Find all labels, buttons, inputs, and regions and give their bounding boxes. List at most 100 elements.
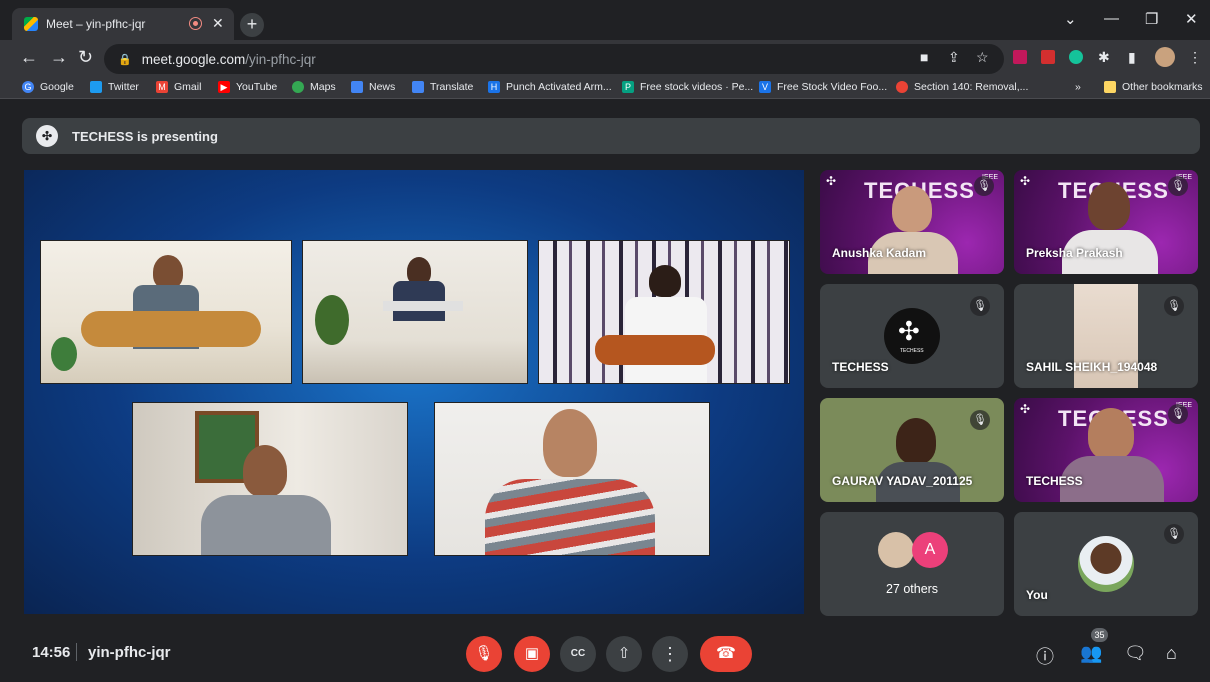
captions-button[interactable]: CC	[560, 636, 596, 672]
bookmark-item[interactable]: P Free stock videos · Pe...	[622, 78, 753, 96]
browser-tab[interactable]: Meet – yin-pfhc-jqr ✕	[12, 8, 234, 40]
extension-icon[interactable]	[1013, 50, 1027, 64]
twitter-icon	[90, 81, 102, 93]
others-tile[interactable]: A 27 others	[820, 512, 1004, 616]
bookmark-item[interactable]: Translate	[412, 78, 473, 96]
performer-video	[132, 402, 408, 556]
meeting-info-icon[interactable]: ⓘ	[1036, 643, 1054, 669]
camera-in-use-icon[interactable]: ■	[920, 49, 928, 65]
extension-icon[interactable]	[1041, 50, 1055, 64]
youtube-icon: ▶	[218, 81, 230, 93]
reload-icon[interactable]: ↻	[78, 47, 93, 68]
participant-tile[interactable]: ✣ TECHESS 🎙 TECHESS	[820, 284, 1004, 388]
participant-name: You	[1026, 588, 1048, 602]
participant-tile[interactable]: ✣ TECHESS IEEE 🎙 TECHESS	[1014, 398, 1198, 502]
techess-logo-icon: ✣	[1020, 402, 1031, 416]
bookmark-item[interactable]: Twitter	[90, 78, 139, 96]
participant-video	[892, 186, 932, 232]
address-bar[interactable]: 🔒 meet.google.com /yin-pfhc-jqr	[104, 44, 1004, 74]
bookmark-item[interactable]: ▶ YouTube	[218, 78, 277, 96]
camera-off-icon: ▣	[524, 645, 540, 662]
translate-icon	[412, 81, 424, 93]
keyboard	[383, 301, 463, 311]
avatar: A	[912, 532, 948, 568]
more-options-button[interactable]: ⋮	[652, 636, 688, 672]
bookmarks-overflow-button[interactable]: »	[1075, 78, 1081, 96]
bookmark-item[interactable]: G Google	[22, 78, 74, 96]
techess-logo-icon: ✣	[898, 316, 920, 346]
captions-icon: CC	[570, 648, 586, 659]
participant-name: TECHESS	[832, 360, 889, 374]
bookmark-item[interactable]: Maps	[292, 78, 336, 96]
avatar	[1078, 536, 1134, 592]
participant-name: Anushka Kadam	[832, 246, 927, 260]
bookmark-icon: P	[622, 81, 634, 93]
muted-mic-icon: 🎙	[1168, 404, 1188, 424]
side-panel-icon[interactable]: ▮	[1128, 49, 1136, 66]
avatar: ✣ TECHESS	[884, 308, 940, 364]
menu-kebab-icon[interactable]: ⋮	[1188, 49, 1202, 66]
bookmark-item[interactable]: M Gmail	[156, 78, 201, 96]
participant-tile[interactable]: ✣ TECHESS IEEE 🎙 Anushka Kadam	[820, 170, 1004, 274]
close-window-icon[interactable]: ✕	[1185, 10, 1198, 28]
chat-icon[interactable]: 🗨	[1124, 643, 1147, 664]
share-icon[interactable]: ⇪	[948, 49, 960, 66]
bookmark-icon: V	[759, 81, 771, 93]
camera-toggle-button[interactable]: ▣	[514, 636, 550, 672]
participant-name: GAURAV YADAV_201125	[832, 474, 973, 488]
new-tab-button[interactable]: +	[240, 13, 264, 37]
bookmark-icon: H	[488, 81, 500, 93]
restore-icon[interactable]: ❐	[1145, 10, 1158, 28]
people-icon[interactable]: 👥	[1080, 643, 1102, 664]
clock: 14:56	[32, 644, 71, 661]
techess-logo-icon: ✣	[36, 125, 58, 147]
present-screen-icon: ⇧	[617, 645, 631, 662]
meeting-code: yin-pfhc-jqr	[88, 644, 171, 661]
avatar-brand-text: TECHESS	[900, 348, 924, 354]
back-icon[interactable]: ←	[20, 47, 38, 68]
forward-icon[interactable]: →	[50, 47, 68, 68]
profile-avatar[interactable]	[1155, 47, 1175, 67]
muted-mic-icon: 🎙	[1164, 296, 1184, 316]
performer-figure	[201, 495, 331, 555]
tab-title: Meet – yin-pfhc-jqr	[46, 17, 146, 31]
presentation-stage[interactable]	[24, 170, 804, 614]
performer-figure	[153, 255, 183, 289]
participant-tile[interactable]: 🎙 SAHIL SHEIKH_194048	[1014, 284, 1198, 388]
minimize-icon[interactable]: —	[1104, 10, 1119, 27]
others-count-label: 27 others	[885, 582, 939, 596]
present-button[interactable]: ⇧	[606, 636, 642, 672]
plant	[315, 295, 349, 345]
bookmark-item[interactable]: V Free Stock Video Foo...	[759, 78, 887, 96]
performer-video	[538, 240, 790, 384]
mic-toggle-button[interactable]: 🎙	[466, 636, 502, 672]
muted-mic-icon: 🎙	[970, 410, 990, 430]
bookmark-item[interactable]: Section 140: Removal,...	[896, 78, 1028, 96]
presenting-text: TECHESS is presenting	[72, 128, 218, 144]
other-bookmarks[interactable]: Other bookmarks	[1104, 78, 1203, 96]
bookmark-item[interactable]: News	[351, 78, 395, 96]
guitar	[595, 335, 715, 365]
performer-video	[434, 402, 710, 556]
bookmark-item[interactable]: H Punch Activated Arm...	[488, 78, 612, 96]
participant-video	[896, 418, 936, 464]
close-tab-icon[interactable]: ✕	[212, 15, 224, 32]
url-path: /yin-pfhc-jqr	[245, 51, 316, 67]
participant-tile[interactable]: ✣ TECHESS IEEE 🎙 Preksha Prakash	[1014, 170, 1198, 274]
presenting-banner: ✣ TECHESS is presenting	[22, 118, 1200, 154]
participant-video	[1088, 408, 1134, 460]
url-host: meet.google.com	[141, 51, 246, 67]
folder-icon	[1104, 81, 1116, 93]
google-icon: G	[22, 81, 34, 93]
participant-name: SAHIL SHEIKH_194048	[1026, 360, 1158, 374]
extensions-puzzle-icon[interactable]: ✱	[1098, 49, 1110, 66]
self-tile[interactable]: 🎙 You	[1014, 512, 1198, 616]
leave-call-button[interactable]: ☎	[700, 636, 752, 672]
divider	[76, 643, 77, 661]
participant-tile[interactable]: 🎙 GAURAV YADAV_201125	[820, 398, 1004, 502]
meet-favicon-icon	[24, 17, 38, 31]
activities-icon[interactable]: ⌂	[1166, 643, 1177, 664]
grammarly-icon[interactable]	[1069, 50, 1083, 64]
bookmark-star-icon[interactable]: ☆	[976, 49, 989, 66]
tab-search-icon[interactable]: ⌄	[1064, 10, 1077, 28]
